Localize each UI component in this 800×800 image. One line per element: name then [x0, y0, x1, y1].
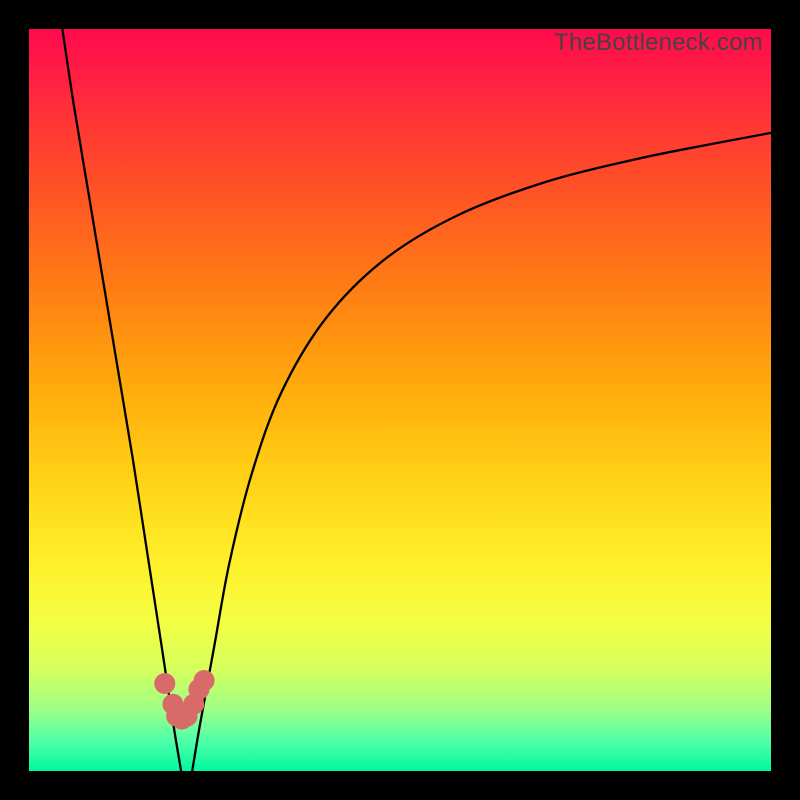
curve-left-branch [62, 29, 181, 771]
curve-group [62, 29, 771, 771]
watermark-text: TheBottleneck.com [554, 29, 763, 57]
chart-svg [29, 29, 771, 771]
curve-right-branch [192, 133, 771, 771]
chart-frame: TheBottleneck.com [29, 29, 771, 771]
valley-marker [154, 673, 175, 694]
valley-marker [194, 670, 215, 691]
